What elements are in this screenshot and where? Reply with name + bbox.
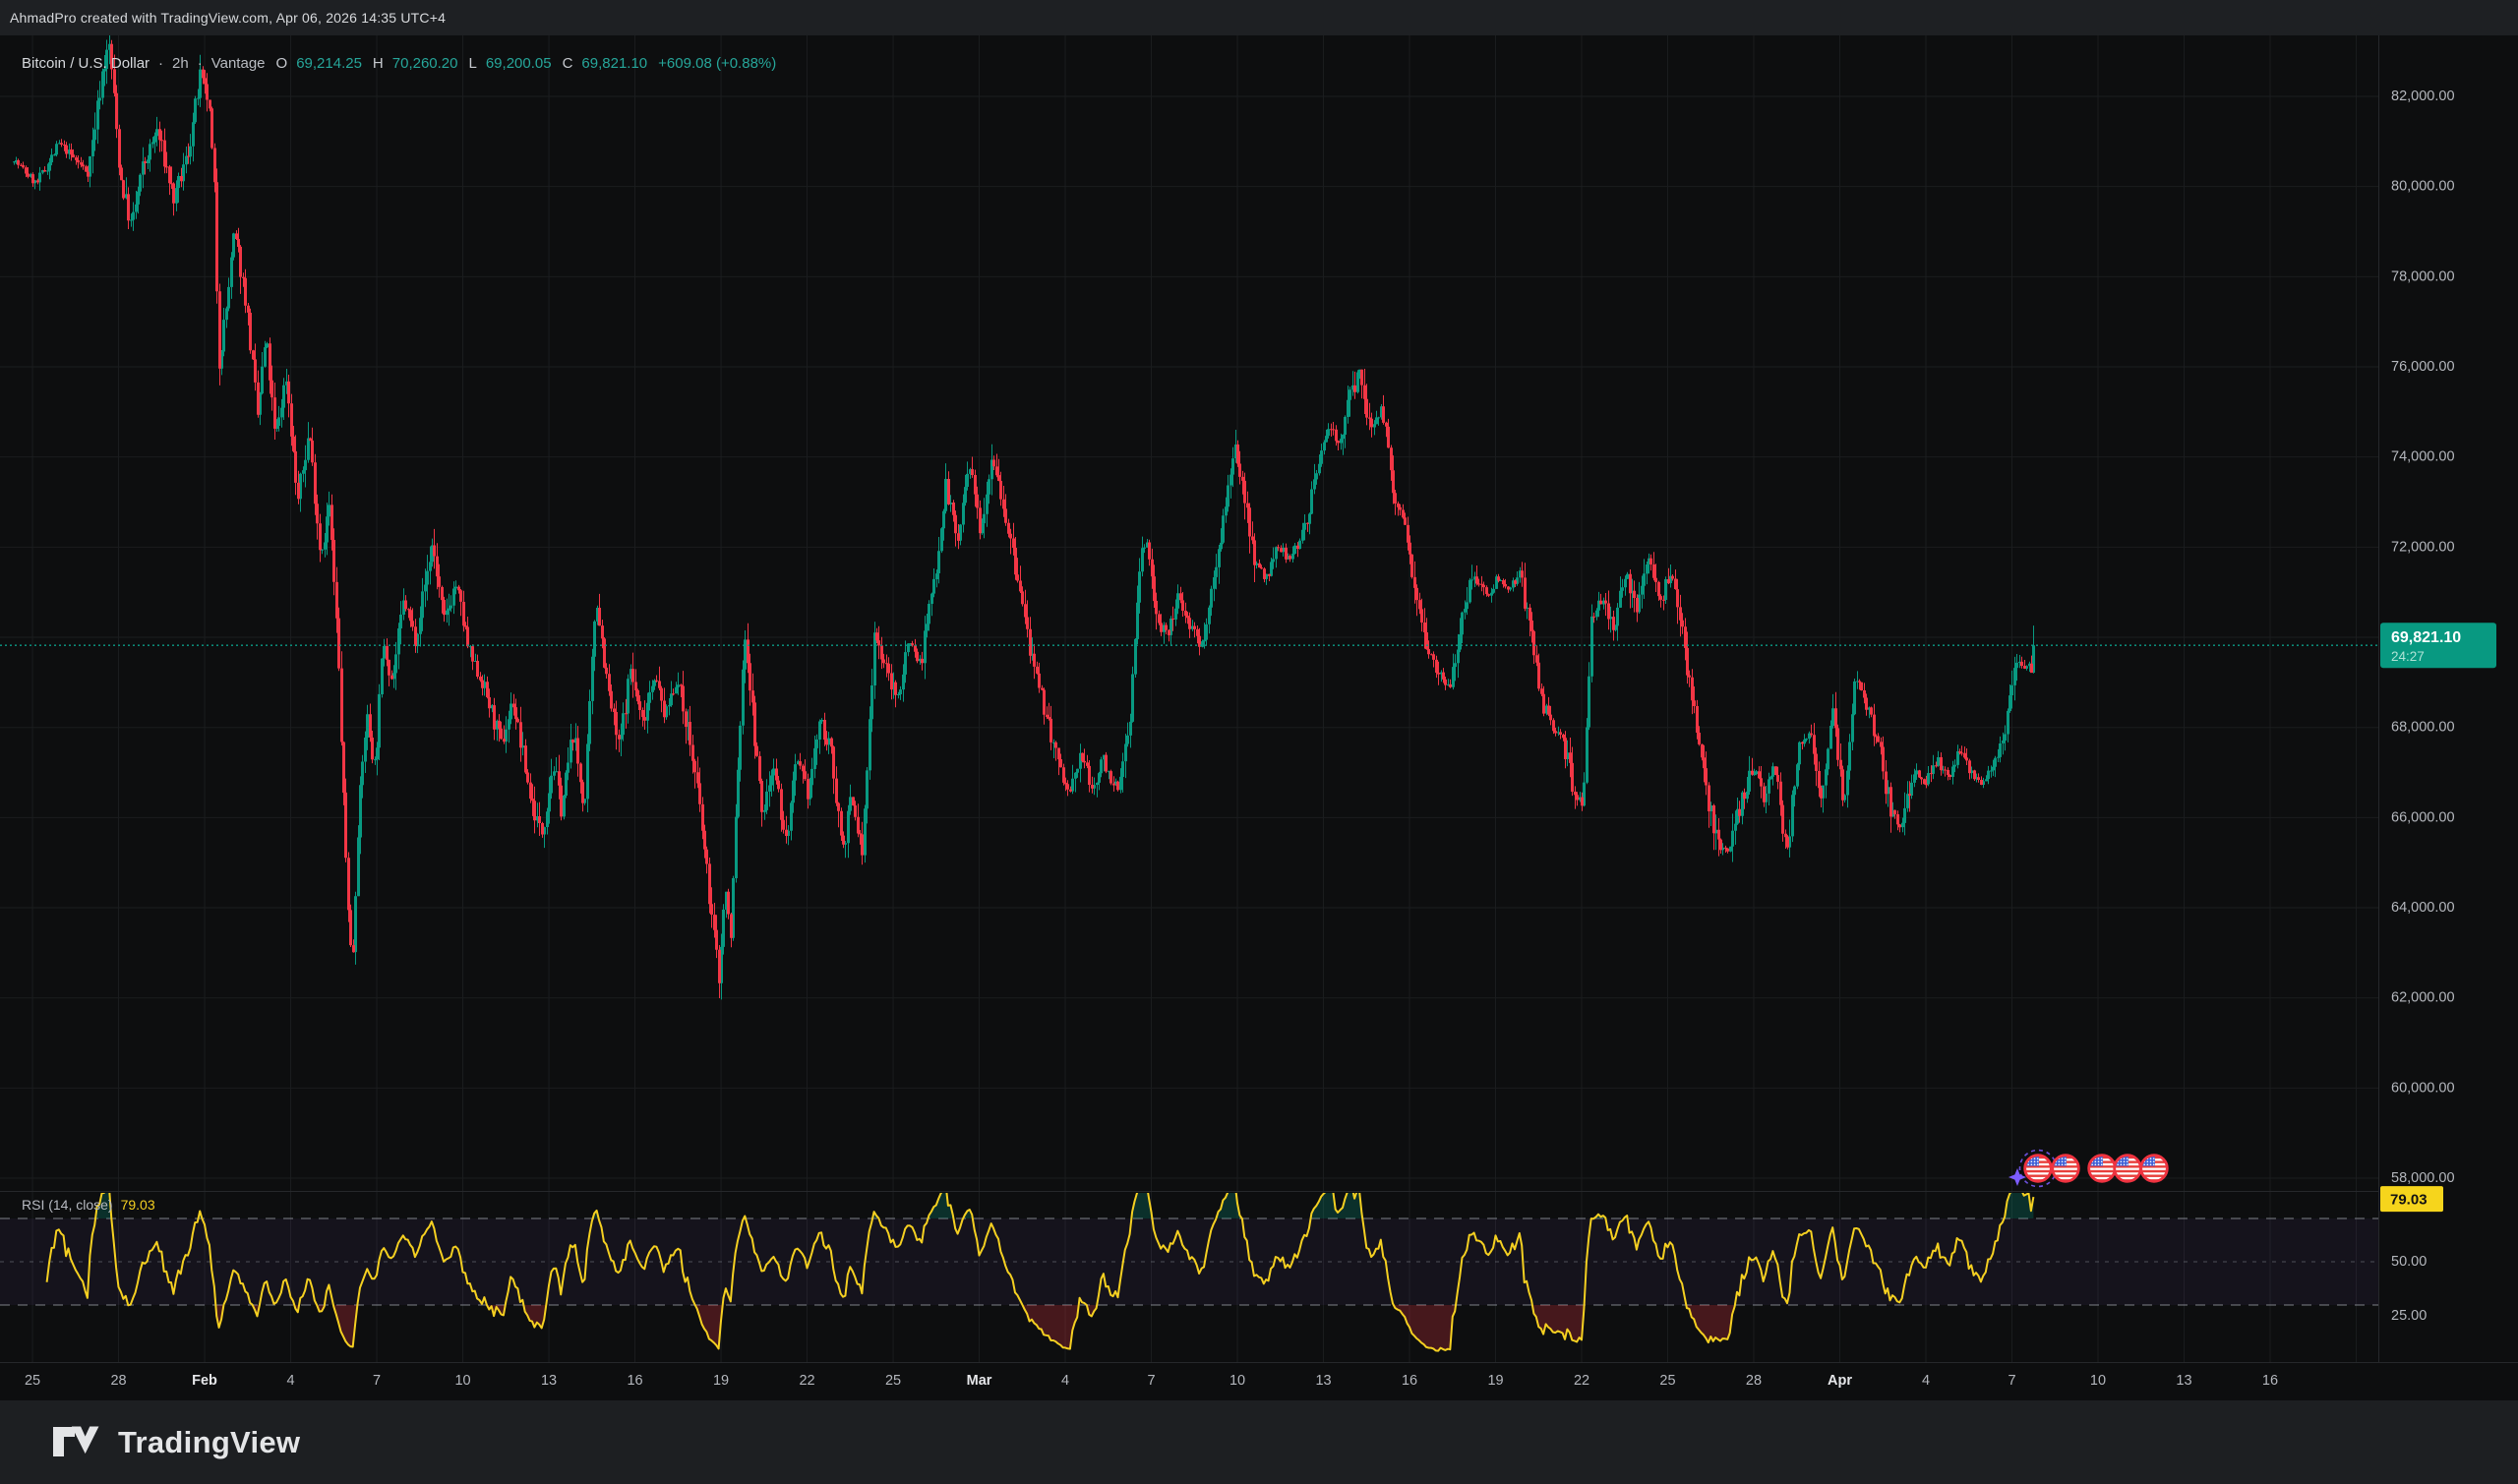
time-axis-label: 16 [627,1373,642,1389]
price-axis-label: 72,000.00 [2391,539,2455,555]
open-value: 69,214.25 [296,55,362,72]
time-axis-label: 4 [1061,1373,1069,1389]
time-axis-label: 25 [885,1373,901,1389]
time-axis-label: 13 [541,1373,557,1389]
time-axis-label: Apr [1828,1373,1852,1389]
us-flag-icon[interactable] [2053,1156,2079,1182]
time-axis-label: 10 [1229,1373,1245,1389]
svg-text:24:27: 24:27 [2391,649,2425,664]
price-axis-label: 78,000.00 [2391,268,2455,284]
time-axis-label: 25 [25,1373,40,1389]
economic-event-flags[interactable] [2008,1151,2167,1187]
rsi-indicator-legend[interactable]: RSI (14, close) 79.03 [22,1197,155,1213]
tradingview-snapshot: AhmadPro created with TradingView.com, A… [0,0,2518,1484]
time-axis-label: Mar [967,1373,992,1389]
snapshot-header-bar: AhmadPro created with TradingView.com, A… [0,0,2518,35]
low-label: L [469,55,477,72]
price-axis-label: 62,000.00 [2391,990,2455,1006]
chart-canvas[interactable]: 82,000.00 80,000.00 78,000.00 76,000.00 74,0… [0,0,2518,1400]
close-label: C [563,55,573,72]
snapshot-attribution: AhmadPro created with TradingView.com, A… [10,10,446,26]
time-axis-label: 4 [1922,1373,1930,1389]
time-axis-label: 16 [2262,1373,2278,1389]
time-axis-label: 7 [1147,1373,1155,1389]
us-flag-icon[interactable] [2141,1156,2168,1182]
price-axis-label: 68,000.00 [2391,720,2455,736]
us-flag-icon[interactable] [2089,1156,2116,1182]
time-axis-label: 28 [110,1373,126,1389]
time-axis-label: 19 [713,1373,729,1389]
price-axis-label: 58,000.00 [2391,1170,2455,1186]
rsi-pane[interactable] [0,1183,2378,1351]
price-axis[interactable]: 82,000.00 80,000.00 78,000.00 76,000.00 74,0… [2391,89,2455,1324]
time-axis-label: 13 [1315,1373,1331,1389]
symbol-name[interactable]: Bitcoin / U.S. Dollar [22,55,150,72]
rsi-current-value: 79.03 [121,1197,155,1213]
time-axis-label: Feb [192,1373,217,1389]
price-axis-label: 74,000.00 [2391,449,2455,465]
time-axis-label: 7 [373,1373,381,1389]
time-axis-label: 10 [2090,1373,2106,1389]
time-axis-label: 16 [1402,1373,1417,1389]
low-value: 69,200.05 [486,55,552,72]
time-axis-label: 25 [1659,1373,1675,1389]
high-value: 70,260.20 [392,55,458,72]
current-price-axis-label: 69,821.10 24:27 [2380,623,2496,668]
exchange-label: Vantage [211,55,266,72]
time-axis-label: 10 [454,1373,470,1389]
tradingview-logo-icon[interactable] [51,1421,102,1464]
rsi-title[interactable]: RSI (14, close) [22,1197,113,1213]
price-axis-label: 66,000.00 [2391,809,2455,825]
footer-brand-bar: TradingView [0,1400,2518,1484]
price-axis-label: 80,000.00 [2391,179,2455,195]
time-axis-label: 4 [286,1373,294,1389]
rsi-value-axis-label: 79.03 [2380,1186,2443,1212]
rsi-axis-label: 50.00 [2391,1254,2427,1270]
us-flag-icon[interactable] [2025,1156,2052,1182]
time-axis-label: 13 [2176,1373,2191,1389]
time-axis[interactable]: 25 28 Feb 4 7 10 13 16 19 22 25 Mar 4 7 10 13 16 19 22 25 28… [25,1373,2278,1389]
time-axis-label: 28 [1746,1373,1762,1389]
time-axis-label: 22 [799,1373,814,1389]
change-value: +609.08 (+0.88%) [658,55,776,72]
legend-separator: · [198,55,203,72]
time-axis-label: 22 [1574,1373,1589,1389]
us-flag-icon[interactable] [2115,1156,2141,1182]
svg-text:69,821.10: 69,821.10 [2391,629,2461,646]
interval-label[interactable]: 2h [172,55,189,72]
legend-separator: · [158,55,163,72]
high-label: H [373,55,384,72]
time-axis-label: 19 [1487,1373,1503,1389]
open-label: O [276,55,288,72]
sparkle-icon [2008,1168,2026,1186]
grid-layer [0,35,2378,1362]
price-axis-label: 82,000.00 [2391,89,2455,104]
symbol-legend[interactable]: Bitcoin / U.S. Dollar · 2h · Vantage O 6… [22,55,776,72]
close-value: 69,821.10 [581,55,647,72]
candles-layer[interactable] [13,33,2035,1000]
price-axis-label: 76,000.00 [2391,359,2455,375]
time-axis-label: 7 [2008,1373,2015,1389]
price-axis-label: 64,000.00 [2391,900,2455,916]
rsi-axis-label: 25.00 [2391,1308,2427,1324]
price-axis-label: 60,000.00 [2391,1080,2455,1096]
svg-text:79.03: 79.03 [2390,1192,2428,1209]
tradingview-wordmark[interactable]: TradingView [118,1425,300,1460]
